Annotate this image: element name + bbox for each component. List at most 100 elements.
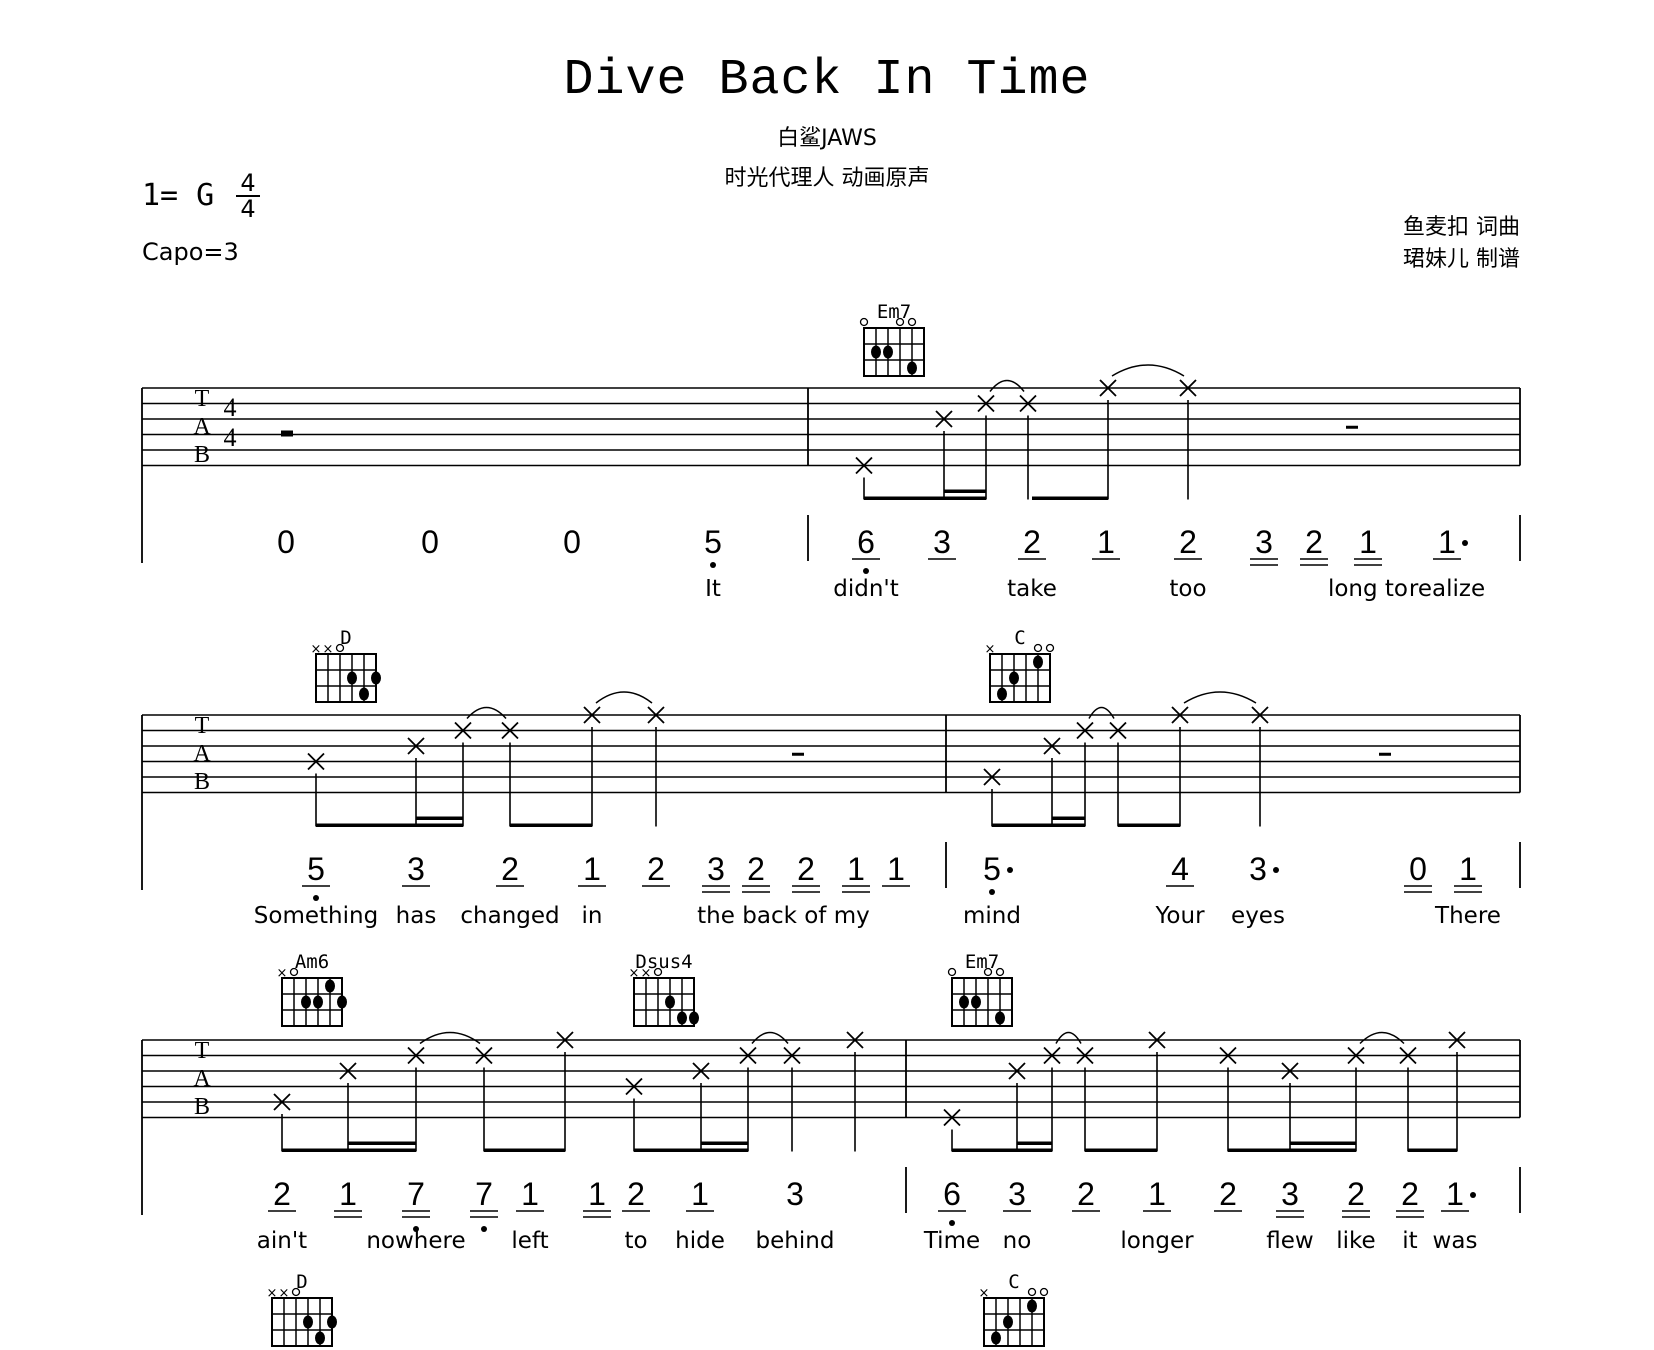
jianpu-note: 1 in <box>578 851 606 929</box>
jianpu-note: 1 realize <box>1409 524 1485 602</box>
lyric-word: ain't <box>257 1228 307 1254</box>
lyric-word: didn't <box>833 576 899 602</box>
jianpu-note: 1 hide <box>675 1176 725 1254</box>
chord-name: Em7 <box>877 301 911 323</box>
lyric-word: Something <box>254 903 378 929</box>
jianpu-note: 1 long to <box>1328 524 1408 602</box>
augmentation-dot <box>1273 867 1279 873</box>
note-digit: 2 <box>1401 1176 1419 1212</box>
open-string-icon <box>1027 1287 1037 1297</box>
open-string-icon <box>947 967 957 977</box>
lyric-word: hide <box>675 1228 725 1254</box>
tab-clef-letter: A <box>193 741 211 767</box>
muted-string-icon: × <box>641 966 652 981</box>
note-digit: 4 <box>1171 851 1189 887</box>
chord-name: Em7 <box>965 951 999 973</box>
note-digit: 5 <box>704 524 722 560</box>
low-octave-dot <box>949 1220 955 1226</box>
beam <box>282 1148 416 1152</box>
jianpu-note: 3 <box>928 524 956 560</box>
low-octave-dot <box>481 1226 487 1232</box>
beam <box>634 1148 748 1152</box>
jianpu-note: 1 <box>1092 524 1120 560</box>
note-digit: 2 <box>1219 1176 1237 1212</box>
finger-dot <box>971 995 981 1009</box>
tab-time-sig: 4 <box>224 393 237 422</box>
note-digit: 3 <box>786 1176 804 1212</box>
jianpu-note: 2 changed <box>460 851 559 929</box>
tie-arc <box>1111 364 1185 377</box>
finger-dot <box>1009 671 1019 685</box>
note-digit: 1 <box>521 1176 539 1212</box>
tie-arc <box>1055 1031 1082 1044</box>
open-string-icon <box>289 967 299 977</box>
finger-dot <box>907 361 917 375</box>
lyric-word: mind <box>963 903 1021 929</box>
whole-rest <box>281 430 293 437</box>
beam <box>952 1148 1052 1152</box>
chord-dsus4-diagram: Dsus4× × <box>629 951 699 1027</box>
chord-em7-diagram: Em7 <box>859 301 925 377</box>
note-digit: 2 <box>1179 524 1197 560</box>
jianpu-note: 2 <box>1214 1176 1242 1212</box>
jianpu-note: 2 take <box>1007 524 1057 602</box>
finger-dot <box>337 995 347 1009</box>
jianpu-note: 2 like <box>1336 1176 1375 1254</box>
jianpu-note: 2 <box>742 851 770 893</box>
jianpu-note: 2 <box>1072 1176 1100 1212</box>
chord-am6-diagram: Am6 × <box>277 951 347 1027</box>
tab-clef-letter: B <box>194 1094 210 1120</box>
jianpu-note: 1 longer <box>1120 1176 1194 1254</box>
finger-dot <box>315 1331 325 1345</box>
beam <box>316 823 463 827</box>
note-digit: 1 <box>691 1176 709 1212</box>
beam <box>1017 1141 1052 1145</box>
muted-string-icon: × <box>267 1286 278 1301</box>
note-digit: 2 <box>501 851 519 887</box>
lyric-word: back of my <box>742 903 869 929</box>
note-digit: 0 <box>1409 851 1427 887</box>
lyric-word: Time <box>923 1228 980 1254</box>
lyric-word: like <box>1336 1228 1375 1254</box>
beam <box>1408 1148 1457 1152</box>
jianpu-note: 5 mind <box>963 851 1021 929</box>
lyric-word: flew <box>1266 1228 1313 1254</box>
score-canvas: TAB440 0 0 5It6didn't3 2take1 2too3 2 1long to1… <box>141 301 1521 1347</box>
tab-clef-letter: B <box>194 442 210 468</box>
tab-clef-letter: T <box>195 386 210 412</box>
tie-arc <box>419 1031 481 1045</box>
low-octave-dot <box>863 568 869 574</box>
finger-dot <box>1033 655 1043 669</box>
note-digit: 3 <box>1281 1176 1299 1212</box>
open-string-icon <box>1039 1287 1049 1297</box>
jianpu-note: 7 nowhere <box>366 1176 465 1254</box>
jianpu-note: 5 It <box>704 524 722 602</box>
beam <box>864 496 986 500</box>
jianpu-note: 0 <box>1404 851 1432 893</box>
lyric-word: has <box>396 903 437 929</box>
open-string-icon <box>895 317 905 327</box>
lyric-word: no <box>1003 1228 1032 1254</box>
open-string-icon <box>1045 643 1055 653</box>
jianpu-note: 1 left <box>511 1176 548 1254</box>
jianpu-note: 1 <box>583 1176 611 1218</box>
lyric-word: to <box>624 1228 647 1254</box>
note-digit: 3 <box>1249 851 1267 887</box>
lyric-word: too <box>1169 576 1206 602</box>
augmentation-dot <box>1007 867 1013 873</box>
jianpu-note: 2 <box>1300 524 1328 566</box>
jianpu-note: 5 Something <box>254 851 378 929</box>
jianpu-note: 7 <box>470 1176 498 1232</box>
finger-dot <box>677 1011 687 1025</box>
muted-string-icon: × <box>979 1286 990 1301</box>
augmentation-dot <box>1462 540 1468 546</box>
open-string-icon <box>907 317 917 327</box>
finger-dot <box>883 345 893 359</box>
note-digit: 5 <box>983 851 1001 887</box>
jianpu-note: 0 <box>421 524 439 560</box>
muted-string-icon: × <box>311 642 322 657</box>
open-string-icon <box>859 317 869 327</box>
lyric-word: it <box>1402 1228 1417 1254</box>
beam <box>1290 1141 1356 1145</box>
tie-arc <box>595 691 653 704</box>
